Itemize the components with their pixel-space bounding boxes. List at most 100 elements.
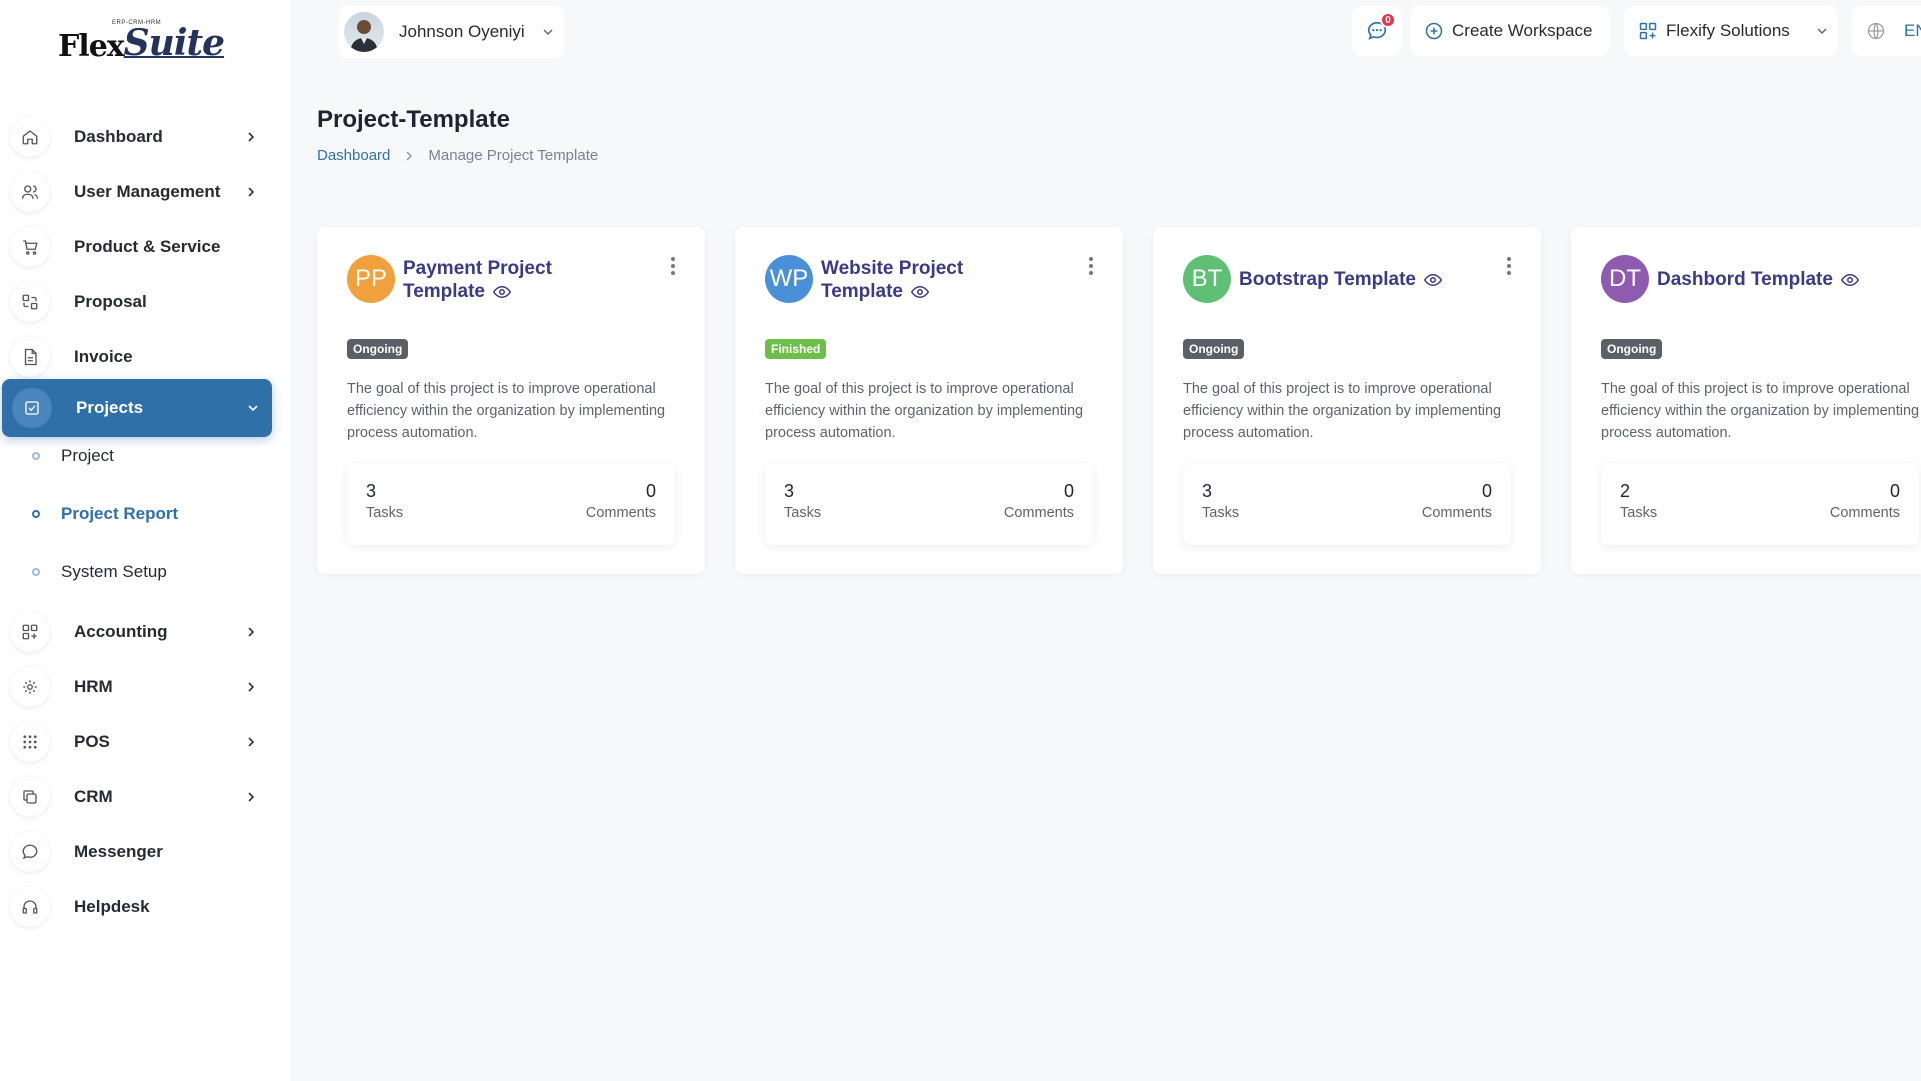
sidebar-subitem-label: System Setup (61, 562, 167, 581)
project-stats: 2 Tasks 0 Comments (1601, 463, 1919, 545)
sidebar-item-pos[interactable]: POS (0, 713, 272, 771)
create-workspace-button[interactable]: Create Workspace (1410, 6, 1610, 56)
sidebar-item-label: POS (74, 732, 110, 751)
breadcrumb-dashboard-link[interactable]: Dashboard (317, 147, 390, 164)
project-description: The goal of this project is to improve o… (1183, 381, 1502, 441)
comments-count: 0 (645, 481, 656, 501)
comments-label: Comments (585, 505, 656, 521)
create-workspace-label: Create Workspace (1452, 21, 1593, 40)
status-badge: Ongoing (1601, 339, 1663, 359)
project-template-card: DT Dashbord Template Ongoing The goal of… (1571, 227, 1921, 574)
sidebar-item-label: Messenger (74, 842, 163, 861)
sidebar-item-helpdesk[interactable]: Helpdesk (0, 878, 272, 936)
project-stats: 3 Tasks 0 Comments (347, 463, 675, 545)
project-title-link[interactable]: Payment Project Template (403, 257, 593, 303)
project-title: Bootstrap Template (1239, 269, 1417, 290)
sidebar-item-accounting[interactable]: Accounting (0, 603, 272, 661)
sidebar-item-product-service[interactable]: Product & Service (0, 218, 272, 276)
project-title-link[interactable]: Dashbord Template (1657, 268, 1917, 291)
project-title: Dashbord Template (1657, 269, 1833, 290)
comments-label: Comments (1829, 505, 1900, 521)
sidebar-item-label: Dashboard (74, 127, 163, 146)
sidebar-subitem-project[interactable]: Project (0, 436, 272, 476)
sidebar-item-projects[interactable]: Projects (2, 379, 272, 437)
chevron-right-icon (248, 627, 255, 637)
user-menu[interactable]: Johnson Oyeniyi (338, 6, 564, 58)
status-badge: Ongoing (1183, 339, 1245, 359)
chevron-right-icon (248, 187, 255, 197)
messages-button[interactable]: 0 (1352, 6, 1402, 56)
language-switcher[interactable]: EN (1852, 6, 1921, 56)
sidebar-item-proposal[interactable]: Proposal (0, 273, 272, 331)
sidebar-item-crm[interactable]: CRM (0, 768, 272, 826)
tasks-label: Tasks (784, 505, 822, 521)
avatar (344, 12, 384, 52)
more-vertical-icon[interactable] (1505, 255, 1513, 277)
comments-count: 0 (1063, 481, 1074, 501)
globe-icon (1867, 22, 1885, 40)
hrm-icon (10, 667, 50, 707)
chevron-right-icon (248, 132, 255, 142)
project-avatar: DT (1601, 255, 1649, 303)
sidebar-subitem-label: Project Report (61, 504, 179, 523)
logo-text-right: Suite (123, 22, 225, 64)
eye-icon[interactable] (1424, 273, 1443, 287)
more-vertical-icon[interactable] (669, 255, 677, 277)
sidebar: Flex Suite ERP-CRM-HRM Dashboard User Man… (0, 0, 290, 1081)
project-description: The goal of this project is to improve o… (347, 381, 666, 441)
sidebar-item-invoice[interactable]: Invoice (0, 328, 272, 386)
status-badge: Ongoing (347, 339, 409, 359)
sidebar-item-label: Helpdesk (74, 897, 150, 916)
apps-icon (1639, 22, 1657, 40)
project-title-link[interactable]: Website Project Template (821, 257, 1011, 303)
page-title: Project-Template (317, 106, 510, 133)
tasks-count: 2 (1620, 481, 1631, 501)
project-avatar: BT (1183, 255, 1231, 303)
bullet-icon (32, 452, 40, 460)
more-vertical-icon[interactable] (1087, 255, 1095, 277)
project-avatar: WP (765, 255, 813, 303)
logo-tagline: ERP-CRM-HRM (112, 20, 162, 26)
sidebar-subitem-system-setup[interactable]: System Setup (0, 552, 272, 592)
sidebar-item-user-management[interactable]: User Management (0, 163, 272, 221)
sidebar-item-label: Projects (76, 398, 144, 417)
chevron-down-icon (248, 405, 258, 412)
language-code: EN (1904, 21, 1921, 40)
company-name: Flexify Solutions (1666, 21, 1790, 40)
breadcrumb: Dashboard Manage Project Template (317, 147, 598, 164)
sidebar-item-label: User Management (74, 182, 221, 201)
sidebar-item-label: Product & Service (74, 237, 221, 256)
breadcrumb-current: Manage Project Template (428, 147, 599, 164)
project-stats: 3 Tasks 0 Comments (765, 463, 1093, 545)
eye-icon[interactable] (1840, 273, 1859, 287)
project-template-card: BT Bootstrap Template Ongoing The goal o… (1153, 227, 1541, 574)
chevron-down-icon (1817, 28, 1827, 35)
users-icon (10, 172, 50, 212)
project-template-card: WP Website Project Template Finished The… (735, 227, 1123, 574)
bullet-icon (32, 568, 40, 576)
sidebar-item-dashboard[interactable]: Dashboard (0, 108, 272, 166)
comments-count: 0 (1889, 481, 1900, 501)
sidebar-item-label: Proposal (74, 292, 147, 311)
project-template-card: PP Payment Project Template Ongoing The … (317, 227, 705, 574)
home-icon (10, 117, 50, 157)
company-switcher[interactable]: Flexify Solutions (1624, 6, 1838, 56)
sidebar-subitem-project-report[interactable]: Project Report (0, 494, 272, 534)
eye-icon[interactable] (493, 285, 512, 299)
comments-label: Comments (1421, 505, 1492, 521)
cart-icon (10, 227, 50, 267)
sidebar-item-messenger[interactable]: Messenger (0, 823, 272, 881)
eye-icon[interactable] (911, 285, 930, 299)
tasks-count: 3 (1202, 481, 1213, 501)
chat-icon (10, 832, 50, 872)
sidebar-item-label: Invoice (74, 347, 133, 366)
status-badge: Finished (765, 339, 827, 359)
project-title: Website Project Template (821, 258, 964, 302)
tasks-label: Tasks (366, 505, 404, 521)
project-title-link[interactable]: Bootstrap Template (1239, 268, 1499, 291)
tasks-label: Tasks (1620, 505, 1658, 521)
sidebar-item-label: HRM (74, 677, 113, 696)
app-root: Flex Suite ERP-CRM-HRM Dashboard User Man… (0, 0, 1921, 1081)
sidebar-subitem-label: Project (61, 446, 114, 465)
sidebar-item-hrm[interactable]: HRM (0, 658, 272, 716)
